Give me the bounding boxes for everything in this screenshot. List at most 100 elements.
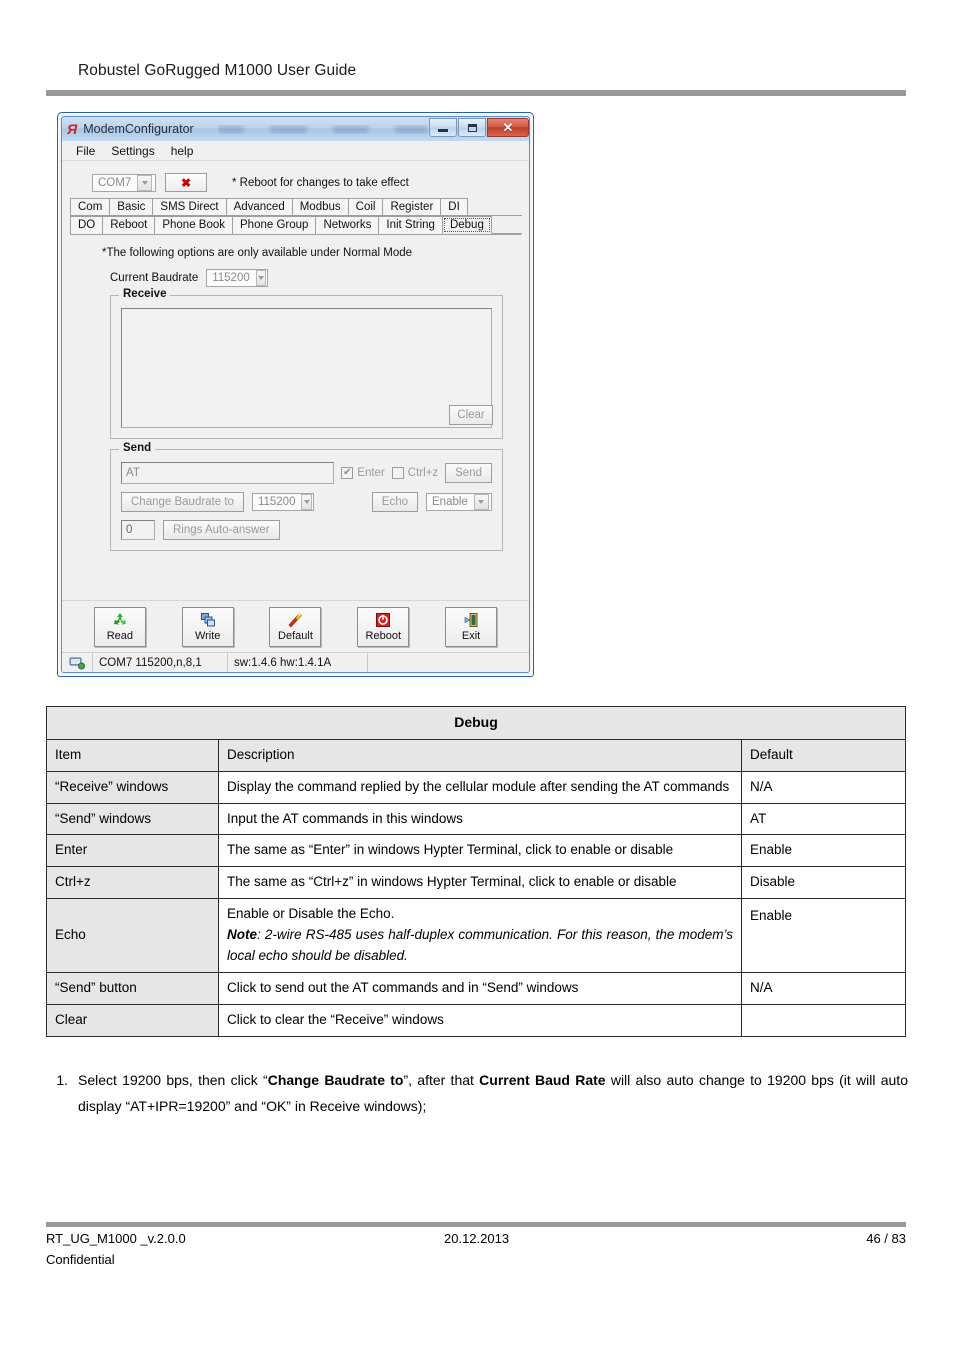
send-group: Send AT ✔ Enter Ctrl+z Send Change Baudr… <box>110 442 503 551</box>
send-input[interactable]: AT <box>121 462 335 484</box>
para-part2: ”, after that <box>403 1072 480 1088</box>
normal-mode-note: *The following options are only availabl… <box>102 247 413 259</box>
window-controls: ✕ <box>428 117 529 141</box>
echo-select[interactable]: Enable <box>426 493 492 511</box>
table-caption: Debug <box>46 706 906 740</box>
tab-advanced[interactable]: Advanced <box>225 198 293 216</box>
tab-di[interactable]: DI <box>440 198 468 216</box>
status-extra <box>367 653 529 672</box>
titlebar-blurred-text <box>217 124 428 134</box>
table-row: Ctrl+z The same as “Ctrl+z” in windows H… <box>46 866 906 900</box>
read-label: Read <box>106 630 134 642</box>
send-input-row: AT ✔ Enter Ctrl+z Send <box>121 462 492 484</box>
rings-auto-answer-row: 0 Rings Auto-answer <box>121 520 492 540</box>
echo-value: Enable <box>432 496 468 508</box>
row-description: Display the command replied by the cellu… <box>218 770 742 804</box>
tab-basic[interactable]: Basic <box>109 198 154 216</box>
status-connection: COM7 115200,n,8,1 <box>92 653 227 672</box>
change-baudrate-select[interactable]: 115200 <box>251 493 314 511</box>
clear-button[interactable]: Clear <box>449 405 493 425</box>
exit-door-icon <box>463 611 479 629</box>
tab-reboot[interactable]: Reboot <box>102 216 156 234</box>
tab-phone-group[interactable]: Phone Group <box>232 216 317 234</box>
tab-coil[interactable]: Coil <box>347 198 384 216</box>
echo-note-text: : 2-wire RS-485 uses half-duplex communi… <box>227 927 733 964</box>
menu-item-settings[interactable]: Settings <box>111 144 154 158</box>
row-description: Click to clear the “Receive” windows <box>218 1003 742 1037</box>
rings-input[interactable]: 0 <box>121 520 155 540</box>
read-button[interactable]: Read <box>93 607 146 647</box>
footer-page-num: 46 / 83 <box>866 1231 906 1246</box>
status-bar: COM7 115200,n,8,1 sw:1.4.6 hw:1.4.1A <box>62 652 529 672</box>
com-port-row: COM7 ✖ * Reboot for changes to take effe… <box>92 173 521 192</box>
footer-doc-id: RT_UG_M1000 _v.2.0.0 <box>46 1231 186 1246</box>
page-title: Robustel GoRugged M1000 User Guide <box>78 62 357 79</box>
window-inner: Я ModemConfigurator ✕ File Settings help… <box>61 116 530 673</box>
close-icon[interactable]: ✕ <box>487 118 529 137</box>
list-number: 1. <box>56 1072 68 1088</box>
windows-stack-icon <box>200 611 216 629</box>
disconnect-button[interactable]: ✖ <box>165 173 207 192</box>
rings-auto-answer-button[interactable]: Rings Auto-answer <box>163 520 280 540</box>
tab-modbus[interactable]: Modbus <box>291 198 349 216</box>
tab-do[interactable]: DO <box>70 216 104 234</box>
row-description: Click to send out the AT commands and in… <box>218 972 742 1005</box>
tab-row-2: DO Reboot Phone Book Phone Group Network… <box>70 216 522 234</box>
row-item: Echo <box>46 898 219 974</box>
change-baudrate-button[interactable]: Change Baudrate to <box>121 492 244 512</box>
default-button[interactable]: Default <box>269 607 322 647</box>
modem-configurator-window: Я ModemConfigurator ✕ File Settings help… <box>57 112 534 677</box>
header-divider <box>46 90 906 96</box>
receive-group: Receive Clear <box>110 288 503 439</box>
ctrlz-checkbox[interactable]: Ctrl+z <box>391 467 438 479</box>
com-port-select[interactable]: COM7 <box>92 173 156 192</box>
send-button[interactable]: Send <box>445 463 492 483</box>
tab-init-string[interactable]: Init String <box>378 216 443 234</box>
echo-desc-line1: Enable or Disable the Echo. <box>227 906 395 922</box>
exit-label: Exit <box>461 630 481 642</box>
menu-item-help[interactable]: help <box>171 144 194 158</box>
tab-com[interactable]: Com <box>70 198 111 216</box>
column-header-item: Item <box>46 738 219 772</box>
tab-row-2-filler <box>490 216 522 234</box>
table-row: “Send” button Click to send out the AT c… <box>46 972 906 1005</box>
tab-register[interactable]: Register <box>382 198 442 216</box>
app-logo-icon: Я <box>67 121 78 137</box>
menu-item-file[interactable]: File <box>76 144 95 158</box>
tab-debug[interactable]: Debug <box>441 216 492 234</box>
current-baudrate-select[interactable]: 115200 <box>206 269 269 287</box>
current-baudrate-value: 115200 <box>212 272 250 284</box>
row-description: Enable or Disable the Echo. Note: 2-wire… <box>218 898 742 974</box>
row-description: The same as “Enter” in windows Hypter Te… <box>218 834 742 868</box>
tab-sms-direct[interactable]: SMS Direct <box>152 198 227 216</box>
tab-networks[interactable]: Networks <box>315 216 380 234</box>
row-default: Enable <box>741 898 906 974</box>
maximize-icon[interactable] <box>458 118 486 137</box>
com-port-value: COM7 <box>98 176 132 189</box>
write-button[interactable]: Write <box>181 607 234 647</box>
row-item: Clear <box>46 1003 219 1037</box>
change-baudrate-row: Change Baudrate to 115200 Echo Enable <box>121 492 492 512</box>
exit-button[interactable]: Exit <box>445 607 498 647</box>
enter-label: Enter <box>357 467 385 479</box>
table-header-row: Item Description Default <box>46 738 906 772</box>
row-item: “Send” button <box>46 972 219 1005</box>
status-versions: sw:1.4.6 hw:1.4.1A <box>227 653 367 672</box>
tools-icon <box>287 611 303 629</box>
para-part1: Select 19200 bps, then click “ <box>78 1072 268 1088</box>
bottom-toolbar: Read Write Default Reboot Exit <box>62 600 529 652</box>
recycle-icon <box>112 611 128 629</box>
window-title: ModemConfigurator <box>83 122 194 136</box>
para-bold2: Current Baud Rate <box>479 1072 606 1088</box>
reboot-note: * Reboot for changes to take effect <box>232 176 409 189</box>
para-bold1: Change Baudrate to <box>267 1072 404 1088</box>
checkbox-checked-icon: ✔ <box>341 467 354 479</box>
minimize-icon[interactable] <box>429 118 457 137</box>
send-group-label: Send <box>119 442 156 454</box>
receive-textarea[interactable]: Clear <box>121 308 493 428</box>
write-label: Write <box>194 630 221 642</box>
tab-phone-book[interactable]: Phone Book <box>154 216 234 234</box>
reboot-button[interactable]: Reboot <box>357 607 410 647</box>
enter-checkbox[interactable]: ✔ Enter <box>341 467 385 479</box>
echo-button[interactable]: Echo <box>371 492 418 512</box>
